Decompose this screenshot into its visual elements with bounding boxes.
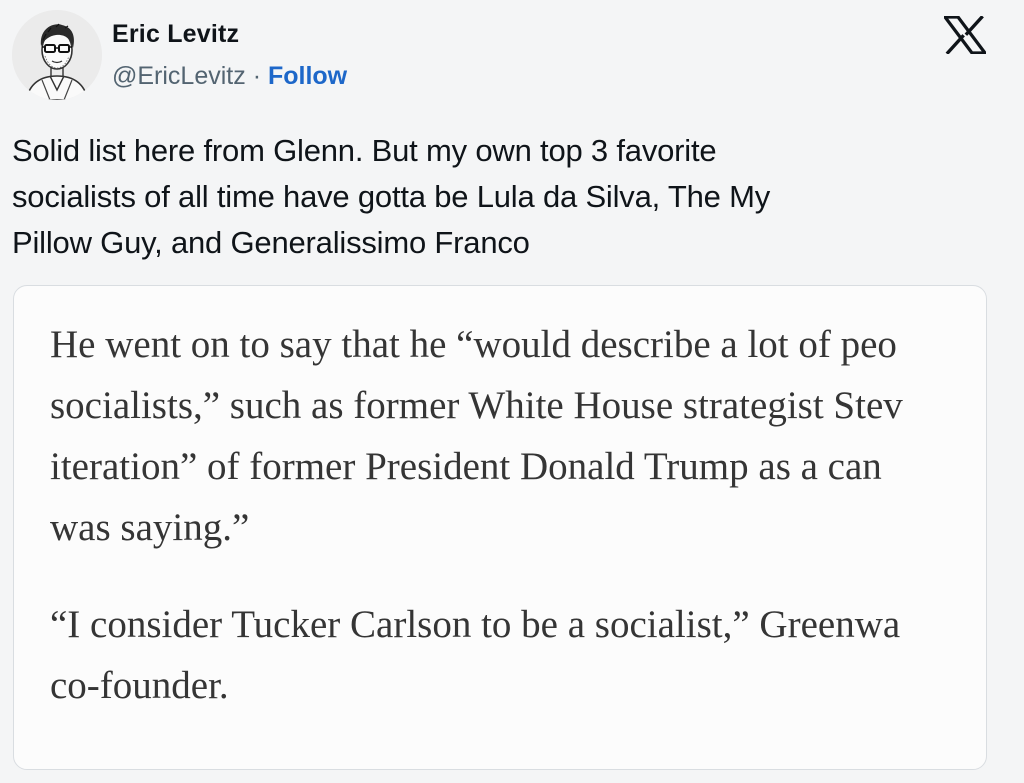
- quote-line: iteration” of former President Donald Tr…: [50, 445, 882, 488]
- quote-paragraph: “I consider Tucker Carlson to be a socia…: [50, 594, 986, 716]
- quote-line: co-founder.: [50, 664, 229, 707]
- x-logo-icon[interactable]: [943, 15, 987, 55]
- tweet-text: Solid list here from Glenn. But my own t…: [12, 128, 1002, 266]
- quoted-article-text: He went on to say that he “would describ…: [50, 314, 986, 716]
- handle-separator: ·: [245, 62, 268, 90]
- quote-line: He went on to say that he “would describ…: [50, 323, 897, 366]
- tweet-text-line: Solid list here from Glenn. But my own t…: [12, 133, 717, 168]
- author-handle-row: @EricLevitz · Follow: [112, 62, 347, 91]
- author-avatar[interactable]: [12, 10, 102, 100]
- quote-line: was saying.”: [50, 506, 250, 549]
- tweet-card: Eric Levitz @EricLevitz · Follow Solid l…: [0, 0, 1024, 783]
- author-name[interactable]: Eric Levitz: [112, 20, 239, 49]
- quote-paragraph: He went on to say that he “would describ…: [50, 314, 986, 558]
- quoted-article-card[interactable]: He went on to say that he “would describ…: [13, 285, 987, 770]
- quote-line: “I consider Tucker Carlson to be a socia…: [50, 603, 901, 646]
- tweet-text-line: Pillow Guy, and Generalissimo Franco: [12, 225, 530, 260]
- quote-line: socialists,” such as former White House …: [50, 384, 903, 427]
- follow-button[interactable]: Follow: [268, 62, 347, 90]
- avatar-portrait-icon: [12, 10, 102, 100]
- author-handle[interactable]: @EricLevitz: [112, 62, 246, 90]
- tweet-text-line: socialists of all time have gotta be Lul…: [12, 179, 771, 214]
